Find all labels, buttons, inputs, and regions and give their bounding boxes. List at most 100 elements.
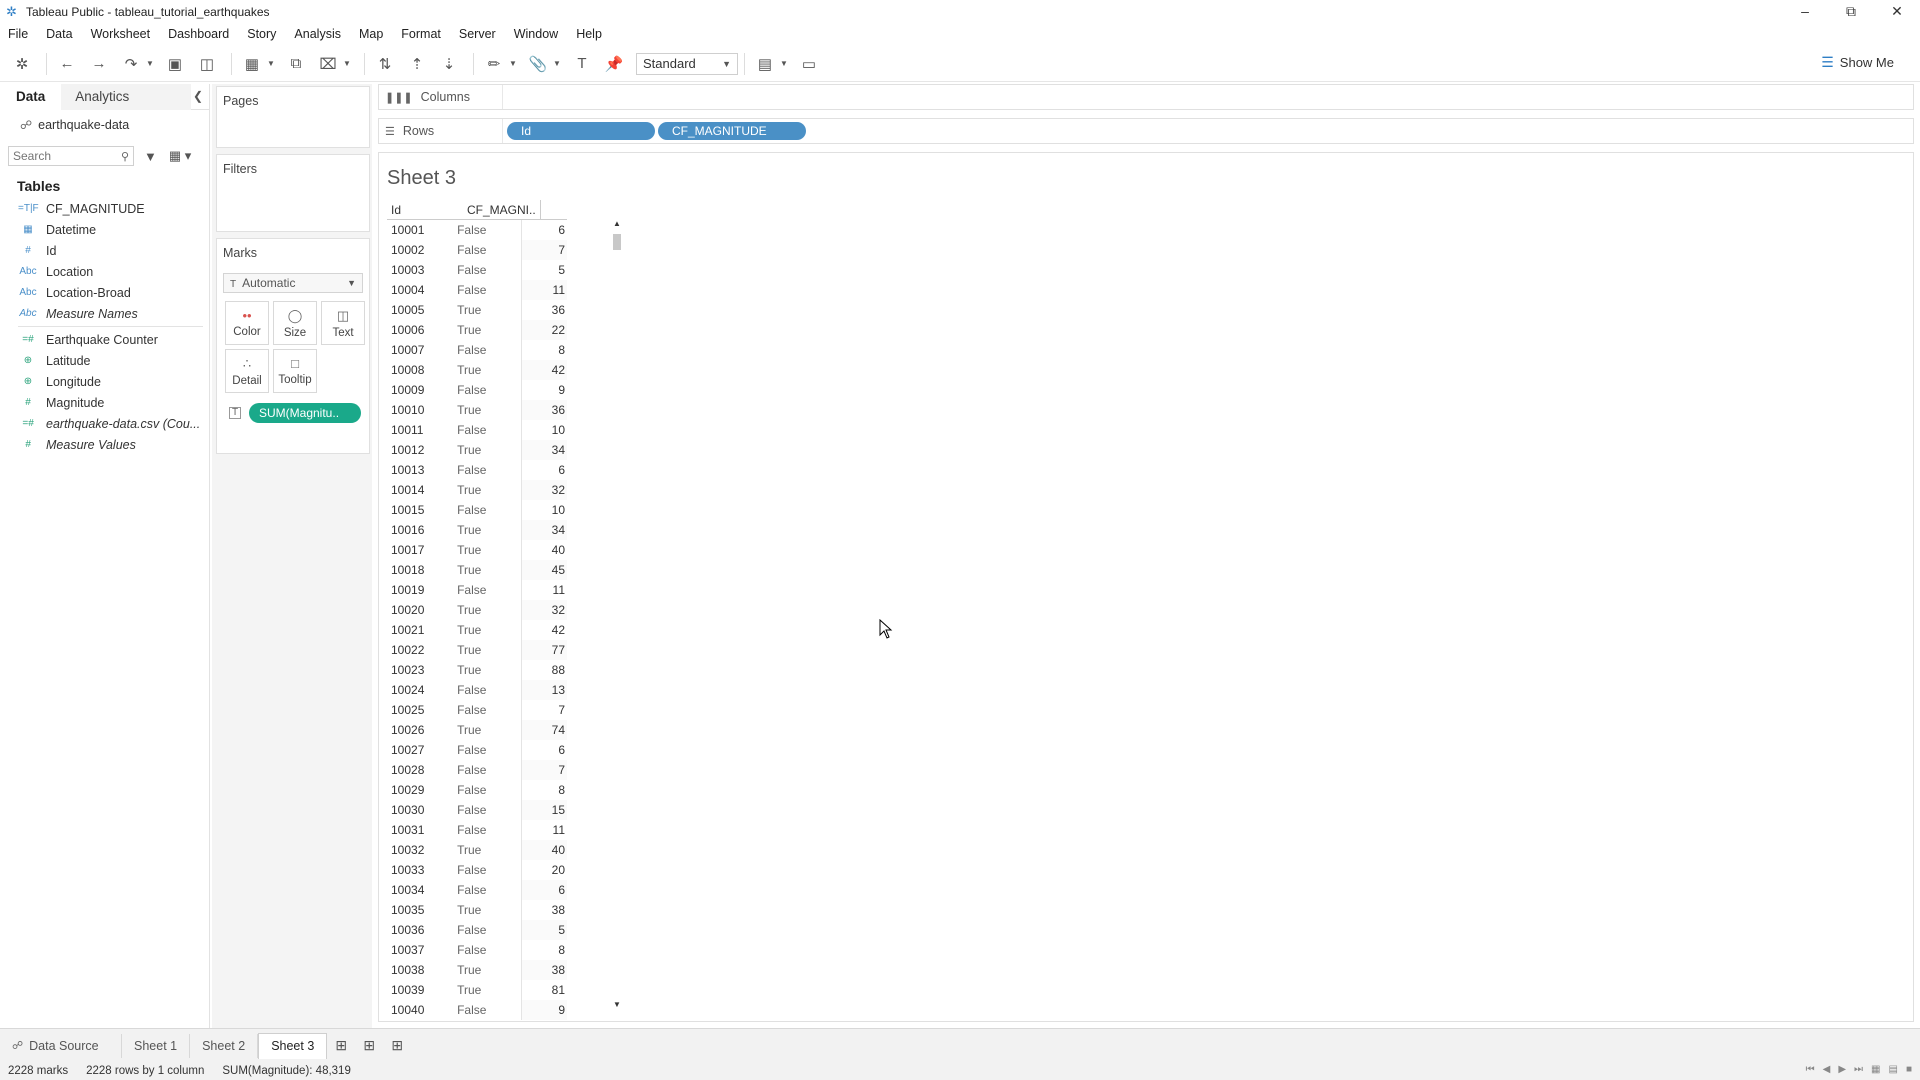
table-row[interactable]: 10034 False 6 [387, 880, 567, 900]
table-row[interactable]: 10018 True 45 [387, 560, 567, 580]
first-sheet-icon[interactable]: ⏮ [1806, 1064, 1815, 1075]
replay-dropdown-icon[interactable]: ▼ [143, 50, 157, 78]
table-row[interactable]: 10022 True 77 [387, 640, 567, 660]
header-cf-magnitude[interactable]: CF_MAGNI.. [467, 199, 541, 220]
table-row[interactable]: 10014 True 32 [387, 480, 567, 500]
table-row[interactable]: 10028 False 7 [387, 760, 567, 780]
table-row[interactable]: 10017 True 40 [387, 540, 567, 560]
menu-map[interactable]: Map [359, 27, 383, 41]
sort-ascending-icon[interactable]: ⇡ [403, 50, 431, 78]
collapse-pane-icon[interactable]: ❮ [193, 89, 203, 103]
table-row[interactable]: 10033 False 20 [387, 860, 567, 880]
show-me-button[interactable]: ☰ Show Me [1821, 54, 1894, 71]
table-row[interactable]: 10011 False 10 [387, 420, 567, 440]
fix-axes-icon[interactable]: 📌 [600, 50, 628, 78]
field-item[interactable]: ▦ Datetime [0, 219, 209, 240]
header-id[interactable]: Id [387, 203, 467, 217]
table-row[interactable]: 10026 True 74 [387, 720, 567, 740]
redo-icon[interactable]: → [85, 50, 113, 78]
new-dashboard-icon[interactable]: ⊞ [355, 1034, 383, 1058]
tab-analytics[interactable]: Analytics [61, 83, 192, 110]
field-item[interactable]: Abc Location [0, 261, 209, 282]
scroll-up-icon[interactable]: ▲ [610, 219, 624, 231]
table-row[interactable]: 10040 False 9 [387, 1000, 567, 1020]
field-item[interactable]: =# Earthquake Counter [0, 329, 209, 350]
table-row[interactable]: 10002 False 7 [387, 240, 567, 260]
id-pill[interactable]: Id [507, 122, 655, 140]
table-row[interactable]: 10032 True 40 [387, 840, 567, 860]
tab-sheet-2[interactable]: Sheet 2 [190, 1033, 259, 1058]
restore-button[interactable]: ⧉ [1828, 0, 1874, 24]
field-item[interactable]: # Measure Values [0, 434, 209, 455]
table-row[interactable]: 10005 True 36 [387, 300, 567, 320]
filters-card[interactable]: Filters [216, 154, 370, 232]
table-row[interactable]: 10007 False 8 [387, 340, 567, 360]
table-row[interactable]: 10037 False 8 [387, 940, 567, 960]
table-row[interactable]: 10019 False 11 [387, 580, 567, 600]
prev-sheet-icon[interactable]: ◀ [1823, 1064, 1831, 1075]
scroll-thumb[interactable] [613, 234, 621, 250]
rows-shelf[interactable]: ☰ Rows Id CF_MAGNITUDE [378, 118, 1914, 144]
minimize-button[interactable]: – [1782, 0, 1828, 24]
datasource-item[interactable]: ☍ earthquake-data [0, 114, 209, 136]
tab-sheet-1[interactable]: Sheet 1 [122, 1033, 191, 1058]
sum-magnitude-pill[interactable]: SUM(Magnitu.. [249, 403, 361, 423]
table-row[interactable]: 10010 True 36 [387, 400, 567, 420]
menu-story[interactable]: Story [247, 27, 276, 41]
new-worksheet-icon[interactable]: ⊞ [327, 1034, 355, 1058]
table-row[interactable]: 10004 False 11 [387, 280, 567, 300]
table-row[interactable]: 10008 True 42 [387, 360, 567, 380]
view-options-icon[interactable]: ▦ ▾ [169, 148, 191, 164]
duplicate-sheet-icon[interactable]: ⧉ [282, 50, 310, 78]
table-row[interactable]: 10016 True 34 [387, 520, 567, 540]
menu-format[interactable]: Format [401, 27, 441, 41]
next-sheet-icon[interactable]: ▶ [1838, 1064, 1846, 1075]
save-icon[interactable]: ▣ [161, 50, 189, 78]
text-button[interactable]: ◫ Text [321, 301, 365, 345]
table-row[interactable]: 10001 False 6 [387, 220, 567, 240]
sort-descending-icon[interactable]: ⇣ [435, 50, 463, 78]
table-row[interactable]: 10020 True 32 [387, 600, 567, 620]
view-size-select[interactable]: Standard ▼ [636, 52, 738, 75]
table-row[interactable]: 10036 False 5 [387, 920, 567, 940]
menu-worksheet[interactable]: Worksheet [91, 27, 151, 41]
group-dropdown-icon[interactable]: ▼ [550, 50, 564, 78]
tab-data[interactable]: Data [0, 83, 62, 110]
new-datasource-icon[interactable]: ◫ [193, 50, 221, 78]
pages-card[interactable]: Pages [216, 86, 370, 148]
table-row[interactable]: 10027 False 6 [387, 740, 567, 760]
sheet-view[interactable]: Sheet 3 Id CF_MAGNI.. 10001 False 6 10002 Fa… [378, 152, 1914, 1022]
detail-button[interactable]: ∴ Detail [225, 349, 269, 393]
menu-server[interactable]: Server [459, 27, 496, 41]
menu-dashboard[interactable]: Dashboard [168, 27, 229, 41]
menu-file[interactable]: File [8, 27, 28, 41]
table-row[interactable]: 10012 True 34 [387, 440, 567, 460]
table-row[interactable]: 10015 False 10 [387, 500, 567, 520]
field-item[interactable]: =# earthquake-data.csv (Cou... [0, 413, 209, 434]
last-sheet-icon[interactable]: ⏭ [1854, 1064, 1863, 1075]
clear-sheet-dropdown-icon[interactable]: ▼ [340, 50, 354, 78]
group-members-icon[interactable]: 📎 [524, 50, 552, 78]
cf-magnitude-pill[interactable]: CF_MAGNITUDE [658, 122, 806, 140]
table-row[interactable]: 10035 True 38 [387, 900, 567, 920]
tabs-icon[interactable]: ■ [1906, 1064, 1912, 1075]
presentation-mode-icon[interactable]: ▭ [795, 50, 823, 78]
field-item[interactable]: # Id [0, 240, 209, 261]
table-row[interactable]: 10031 False 11 [387, 820, 567, 840]
mark-type-select[interactable]: T Automatic ▼ [223, 273, 363, 293]
menu-help[interactable]: Help [576, 27, 602, 41]
vertical-scrollbar[interactable]: ▲ ▼ [610, 219, 624, 1009]
swap-rows-columns-icon[interactable]: ⇅ [371, 50, 399, 78]
filter-icon[interactable]: ▼ [144, 149, 157, 164]
table-row[interactable]: 10023 True 88 [387, 660, 567, 680]
field-item[interactable]: ⊕ Latitude [0, 350, 209, 371]
field-item[interactable]: Abc Measure Names [0, 303, 209, 324]
tooltip-button[interactable]: □ Tooltip [273, 349, 317, 393]
field-item[interactable]: =T|F CF_MAGNITUDE [0, 198, 209, 219]
search-input[interactable] [13, 149, 113, 163]
sheet-sorter-icon[interactable]: ▦ [1871, 1064, 1880, 1075]
highlight-icon[interactable]: ✏ [480, 50, 508, 78]
replay-icon[interactable]: ↷ [117, 50, 145, 78]
table-row[interactable]: 10029 False 8 [387, 780, 567, 800]
clear-sheet-icon[interactable]: ⌧ [314, 50, 342, 78]
